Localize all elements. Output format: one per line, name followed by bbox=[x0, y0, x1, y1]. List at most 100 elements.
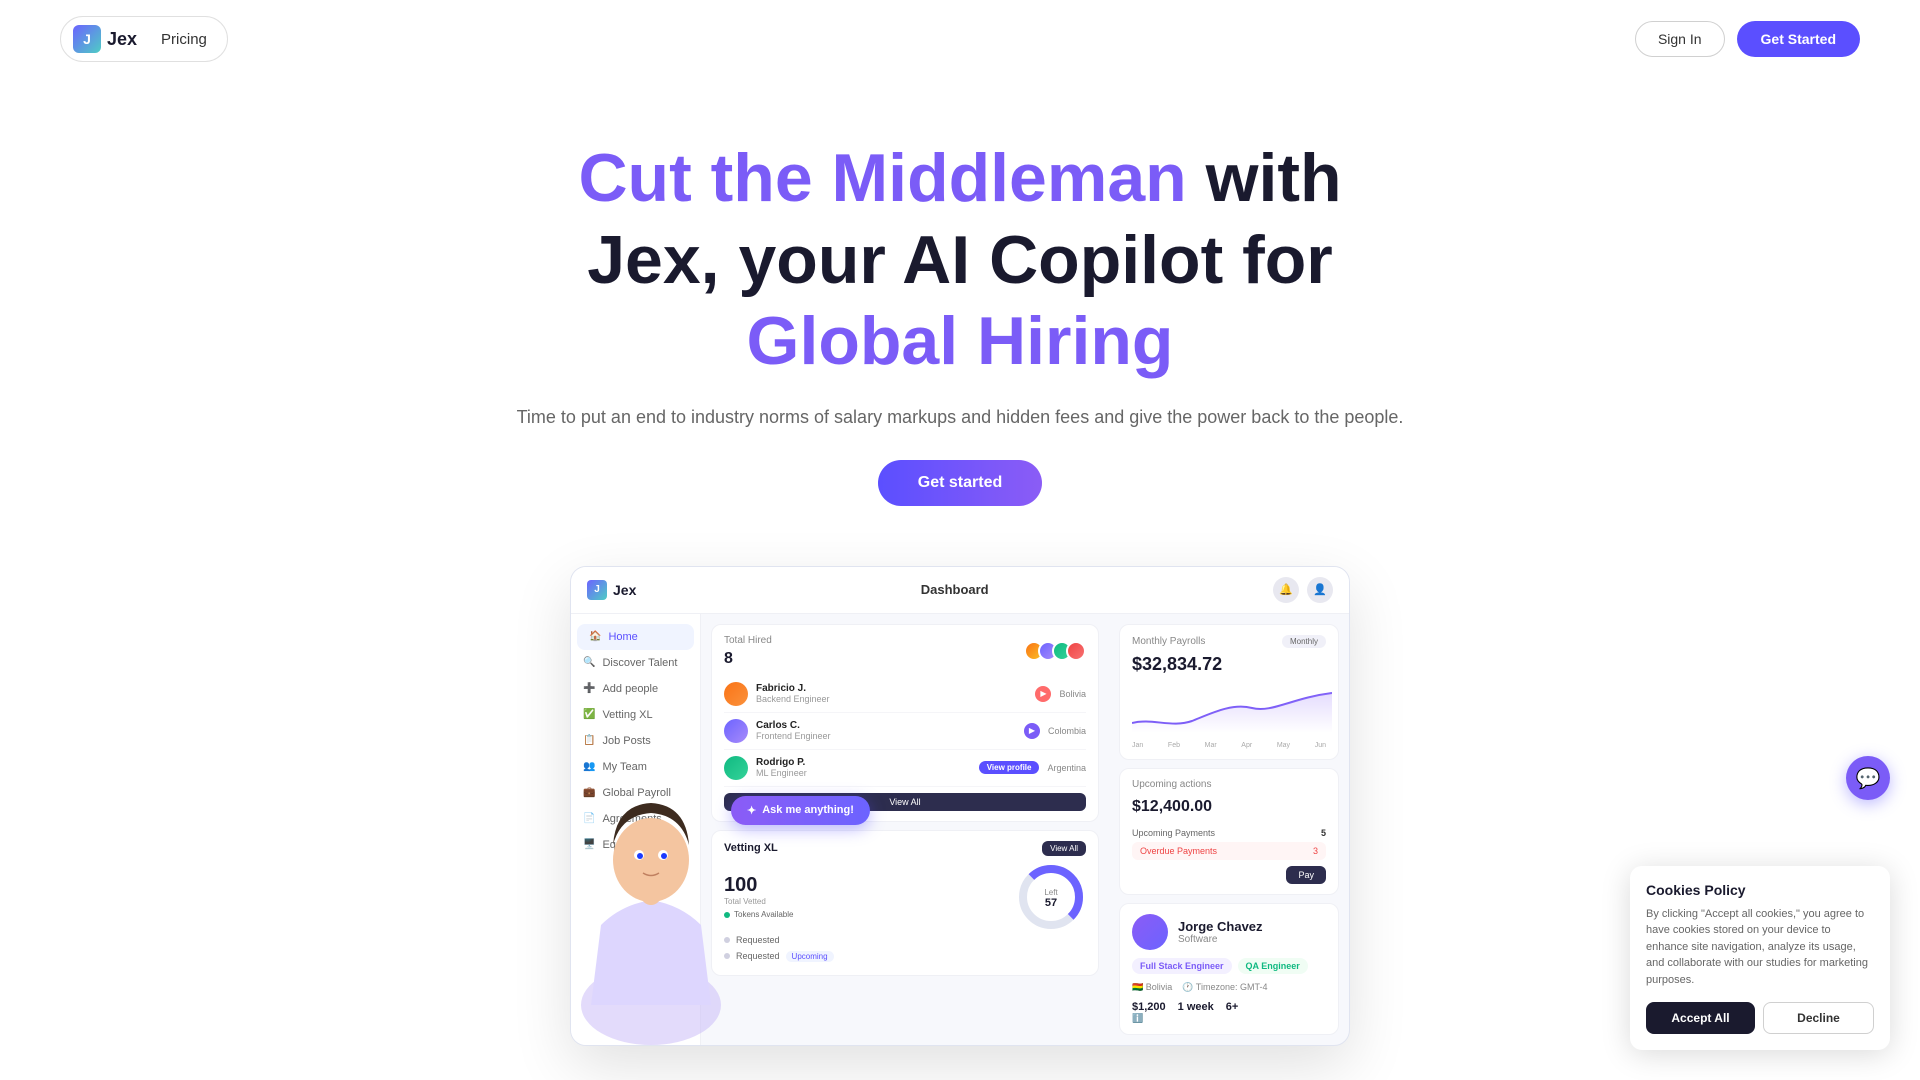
dashboard-container: J Jex Dashboard 🔔 👤 🏠 Home 🔍 Discover Ta… bbox=[570, 566, 1350, 1046]
emp-avatar-carlos bbox=[724, 719, 748, 743]
employee-row-3: Rodrigo P. ML Engineer View profile Arge… bbox=[724, 750, 1086, 787]
sidebar-label-equipment: Equipments bbox=[602, 839, 660, 851]
arrow-badge-1: ▶ bbox=[1035, 686, 1051, 702]
hero-cta-button[interactable]: Get started bbox=[878, 460, 1042, 506]
upcoming-amount: $12,400.00 bbox=[1132, 798, 1326, 816]
emp-country-carlos: Colombia bbox=[1048, 726, 1086, 736]
sidebar-item-add[interactable]: ➕ Add people bbox=[571, 676, 700, 702]
emp-info-carlos: Carlos C. Frontend Engineer bbox=[756, 720, 1016, 741]
view-profile-badge[interactable]: View profile bbox=[979, 761, 1040, 774]
sidebar-item-agreements[interactable]: 📄 Agreements bbox=[571, 806, 700, 832]
sidebar-label-home: Home bbox=[608, 631, 637, 643]
sidebar-label-jobs: Job Posts bbox=[602, 735, 650, 747]
sidebar-item-home[interactable]: 🏠 Home bbox=[577, 624, 694, 650]
overdue-payments-row: Overdue Payments 3 bbox=[1132, 842, 1326, 860]
signin-button[interactable]: Sign In bbox=[1635, 21, 1725, 57]
profile-tag-fullstack: Full Stack Engineer bbox=[1132, 958, 1232, 974]
hero-section: Cut the Middleman with Jex, your AI Copi… bbox=[0, 78, 1920, 546]
hired-avatar-4 bbox=[1066, 641, 1086, 661]
payroll-amount: $32,834.72 bbox=[1132, 654, 1326, 675]
dashboard-logo-icon: J bbox=[587, 580, 607, 600]
chart-labels: Jan Feb Mar Apr May Jun bbox=[1132, 742, 1326, 749]
sidebar-label-agreements: Agreements bbox=[602, 813, 661, 825]
profile-preview-card: Jorge Chavez Software Full Stack Enginee… bbox=[1119, 903, 1339, 1035]
stat-salary-label: ℹ️ bbox=[1132, 1013, 1166, 1024]
decline-cookies-button[interactable]: Decline bbox=[1763, 1002, 1874, 1034]
profile-details: 🇧🇴 Bolivia 🕐 Timezone: GMT-4 bbox=[1132, 982, 1326, 993]
user-avatar-icon[interactable]: 👤 bbox=[1307, 577, 1333, 603]
emp-role-rodrigo: ML Engineer bbox=[756, 768, 971, 778]
emp-role-carlos: Frontend Engineer bbox=[756, 731, 1016, 741]
req-dot-2 bbox=[724, 953, 730, 959]
dashboard-logo: J Jex bbox=[587, 580, 636, 600]
stat-notice: 1 week bbox=[1178, 1001, 1214, 1024]
profile-country: 🇧🇴 Bolivia bbox=[1132, 982, 1172, 993]
agreements-icon: 📄 bbox=[583, 813, 595, 824]
sidebar-item-discover[interactable]: 🔍 Discover Talent bbox=[571, 650, 700, 676]
get-started-button[interactable]: Get Started bbox=[1737, 21, 1860, 57]
total-hired-card: Total Hired 8 bbox=[711, 624, 1099, 822]
dashboard-second-row: Vetting XL View All 100 Total Vetted Tok… bbox=[711, 830, 1099, 976]
sidebar-label-payroll: Global Payroll bbox=[602, 787, 670, 799]
profile-tags: Full Stack Engineer QA Engineer bbox=[1132, 958, 1326, 974]
upcoming-actions-card: Upcoming actions $12,400.00 Upcoming Pay… bbox=[1119, 768, 1339, 895]
profile-header: Jorge Chavez Software bbox=[1132, 914, 1326, 950]
profile-avatar bbox=[1132, 914, 1168, 950]
profile-stats: $1,200 ℹ️ 1 week 6+ bbox=[1132, 1001, 1326, 1024]
sidebar-item-jobs[interactable]: 📋 Job Posts bbox=[571, 728, 700, 754]
req-label-1: Requested bbox=[736, 935, 780, 945]
pay-button[interactable]: Pay bbox=[1286, 866, 1326, 884]
emp-country-rodrigo: Argentina bbox=[1047, 763, 1086, 773]
dashboard-sidebar: 🏠 Home 🔍 Discover Talent ➕ Add people ✅ … bbox=[571, 614, 701, 1045]
vetting-icon: ✅ bbox=[583, 709, 595, 720]
chat-bubble-button[interactable]: 💬 bbox=[1846, 756, 1890, 800]
total-hired-label: Total Hired bbox=[724, 635, 772, 646]
chart-label-mar: Mar bbox=[1205, 742, 1217, 749]
accept-cookies-button[interactable]: Accept All bbox=[1646, 1002, 1755, 1034]
logo-icon: J bbox=[73, 25, 101, 53]
cookie-title: Cookies Policy bbox=[1646, 882, 1874, 898]
req-item-1: Requested bbox=[724, 932, 1086, 948]
emp-info-fabricio: Fabricio J. Backend Engineer bbox=[756, 683, 1027, 704]
upcoming-title: Upcoming actions bbox=[1132, 779, 1326, 790]
upcoming-badge: Upcoming bbox=[786, 951, 834, 962]
hero-subtext: Time to put an end to industry norms of … bbox=[20, 403, 1900, 432]
stat-experience: 6+ bbox=[1226, 1001, 1239, 1024]
emp-avatar-fabricio bbox=[724, 682, 748, 706]
emp-info-rodrigo: Rodrigo P. ML Engineer bbox=[756, 757, 971, 778]
profile-tag-qa: QA Engineer bbox=[1238, 958, 1308, 974]
sidebar-item-team[interactable]: 👥 My Team bbox=[571, 754, 700, 780]
nav-logo-group: J Jex Pricing bbox=[60, 16, 228, 62]
chart-label-jun: Jun bbox=[1315, 742, 1326, 749]
notification-icon[interactable]: 🔔 bbox=[1273, 577, 1299, 603]
chart-label-jan: Jan bbox=[1132, 742, 1143, 749]
sidebar-item-vetting[interactable]: ✅ Vetting XL bbox=[571, 702, 700, 728]
overdue-count: 3 bbox=[1313, 846, 1318, 856]
req-dot-1 bbox=[724, 937, 730, 943]
ai-ask-button[interactable]: ✦ Ask me anything! bbox=[731, 796, 870, 825]
vetting-total-label: Total Vetted bbox=[724, 897, 1006, 906]
dashboard-title: Dashboard bbox=[921, 582, 989, 597]
sidebar-item-payroll[interactable]: 💼 Global Payroll bbox=[571, 780, 700, 806]
hired-avatars-group bbox=[1024, 641, 1086, 661]
vetting-tokens-legend: Tokens Available bbox=[724, 910, 1006, 919]
headline-highlight-part: Cut the Middleman bbox=[578, 140, 1186, 216]
cookie-text: By clicking "Accept all cookies," you ag… bbox=[1646, 906, 1874, 989]
sidebar-label-add: Add people bbox=[602, 683, 658, 695]
pricing-link[interactable]: Pricing bbox=[161, 31, 207, 48]
vetting-view-all-button[interactable]: View All bbox=[1042, 841, 1086, 856]
vetting-stats-area: 100 Total Vetted Tokens Available bbox=[724, 862, 1086, 932]
sidebar-item-equipment[interactable]: 🖥️ Equipments bbox=[571, 832, 700, 858]
payroll-toggle[interactable]: Monthly bbox=[1282, 635, 1326, 648]
stat-salary-val: $1,200 bbox=[1132, 1001, 1166, 1013]
profile-name: Jorge Chavez bbox=[1178, 919, 1263, 934]
chart-label-feb: Feb bbox=[1168, 742, 1180, 749]
overdue-label: Overdue Payments bbox=[1140, 846, 1217, 856]
stat-exp-val: 6+ bbox=[1226, 1001, 1239, 1013]
logo[interactable]: J Jex bbox=[73, 25, 137, 53]
stat-salary: $1,200 ℹ️ bbox=[1132, 1001, 1166, 1024]
sparkle-icon: ✦ bbox=[747, 804, 756, 817]
profile-role: Software bbox=[1178, 934, 1263, 945]
upcoming-payments-count: 5 bbox=[1321, 828, 1326, 838]
employee-row-2: Carlos C. Frontend Engineer ▶ Colombia bbox=[724, 713, 1086, 750]
